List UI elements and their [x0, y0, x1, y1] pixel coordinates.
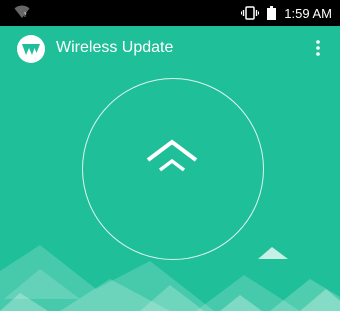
status-bar: ? 1:59 AM [0, 0, 340, 26]
mountain-background-decoration [0, 245, 340, 311]
overflow-menu-icon[interactable] [310, 36, 326, 60]
double-chevron-up-icon [144, 138, 200, 176]
battery-icon [267, 6, 277, 20]
screen: ? 1:59 AM Wireless Update [0, 0, 340, 311]
status-icons: 1:59 AM [241, 0, 332, 26]
status-time: 1:59 AM [284, 5, 332, 21]
vibrate-icon [241, 6, 260, 20]
app-bar: Wireless Update [0, 26, 340, 70]
app-logo-icon [17, 35, 45, 63]
wifi-icon: ? [14, 5, 30, 24]
app-title: Wireless Update [56, 39, 174, 56]
svg-text:?: ? [24, 12, 27, 19]
